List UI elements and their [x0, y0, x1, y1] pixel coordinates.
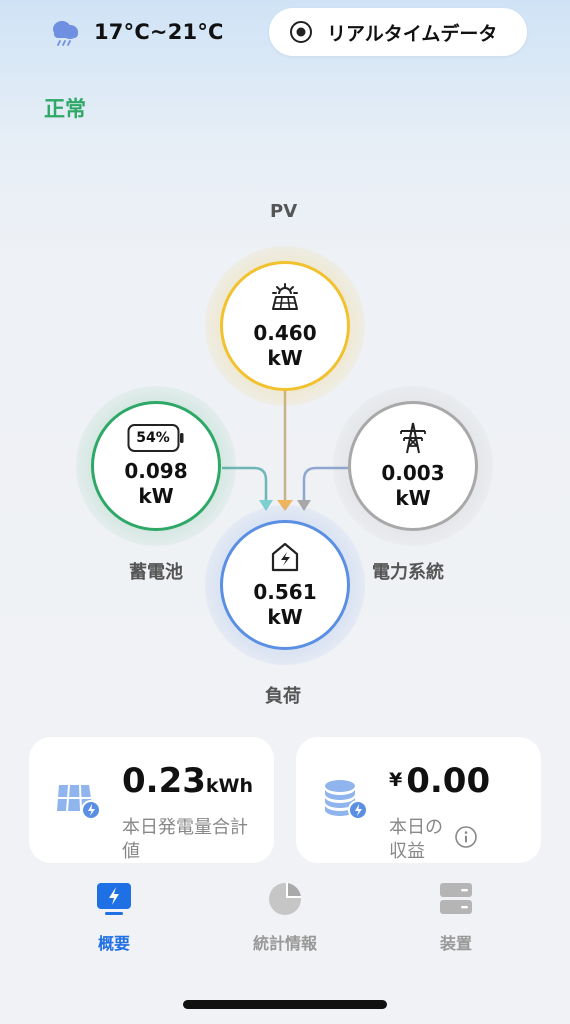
pie-chart-icon	[269, 883, 301, 915]
pv-power-value: 0.460	[253, 321, 317, 345]
generation-card[interactable]: 0.23kWh 本日発電量合計値	[29, 737, 274, 863]
load-power-unit: kW	[267, 605, 303, 629]
battery-node[interactable]: 54% 0.098 kW	[91, 401, 221, 531]
tab-overview-label: 概要	[97, 934, 130, 953]
income-amount: 0.00	[406, 761, 491, 801]
battery-label: 蓄電池	[129, 562, 183, 583]
solar-panel-bolt-icon	[57, 784, 101, 820]
generation-label: 本日発電量合計値	[122, 817, 248, 862]
server-icon	[440, 883, 472, 914]
generation-unit: kWh	[205, 775, 254, 797]
load-power-value: 0.561	[253, 580, 317, 604]
income-label: 本日の収益	[389, 817, 443, 862]
bottom-tab-bar: 概要 統計情報 装置	[0, 872, 570, 962]
pv-node[interactable]: 0.460 kW	[220, 261, 350, 391]
battery-power-value: 0.098	[124, 459, 188, 483]
income-card[interactable]: ¥0.00 本日の収益	[296, 737, 541, 863]
home-lightning-icon	[271, 542, 299, 572]
pv-power-unit: kW	[267, 346, 303, 370]
load-node[interactable]: 0.561 kW	[220, 520, 350, 650]
income-value: ¥0.00	[389, 761, 490, 801]
income-currency: ¥	[389, 769, 403, 791]
tab-overview[interactable]: 概要	[54, 872, 174, 954]
tab-statistics[interactable]: 統計情報	[225, 872, 345, 954]
battery-icon: 54%	[127, 423, 185, 453]
monitor-bolt-icon	[97, 883, 131, 915]
info-icon[interactable]	[454, 825, 478, 849]
pv-label: PV	[270, 201, 298, 222]
tab-devices-label: 装置	[439, 934, 472, 953]
power-tower-icon	[400, 422, 426, 454]
battery-power-unit: kW	[138, 484, 174, 508]
grid-power-value: 0.003	[381, 461, 445, 485]
grid-node[interactable]: 0.003 kW	[348, 401, 478, 531]
coin-stack-icon	[325, 780, 368, 820]
battery-soc: 54%	[136, 430, 170, 446]
tab-statistics-label: 統計情報	[252, 934, 317, 953]
grid-label: 電力系統	[372, 562, 444, 583]
solar-panel-icon	[272, 283, 298, 310]
home-indicator[interactable]	[183, 1000, 387, 1009]
tab-devices[interactable]: 装置	[396, 872, 516, 954]
load-label: 負荷	[265, 686, 301, 707]
generation-value: 0.23kWh	[122, 761, 253, 801]
grid-power-unit: kW	[395, 486, 431, 510]
generation-amount: 0.23	[122, 761, 206, 801]
